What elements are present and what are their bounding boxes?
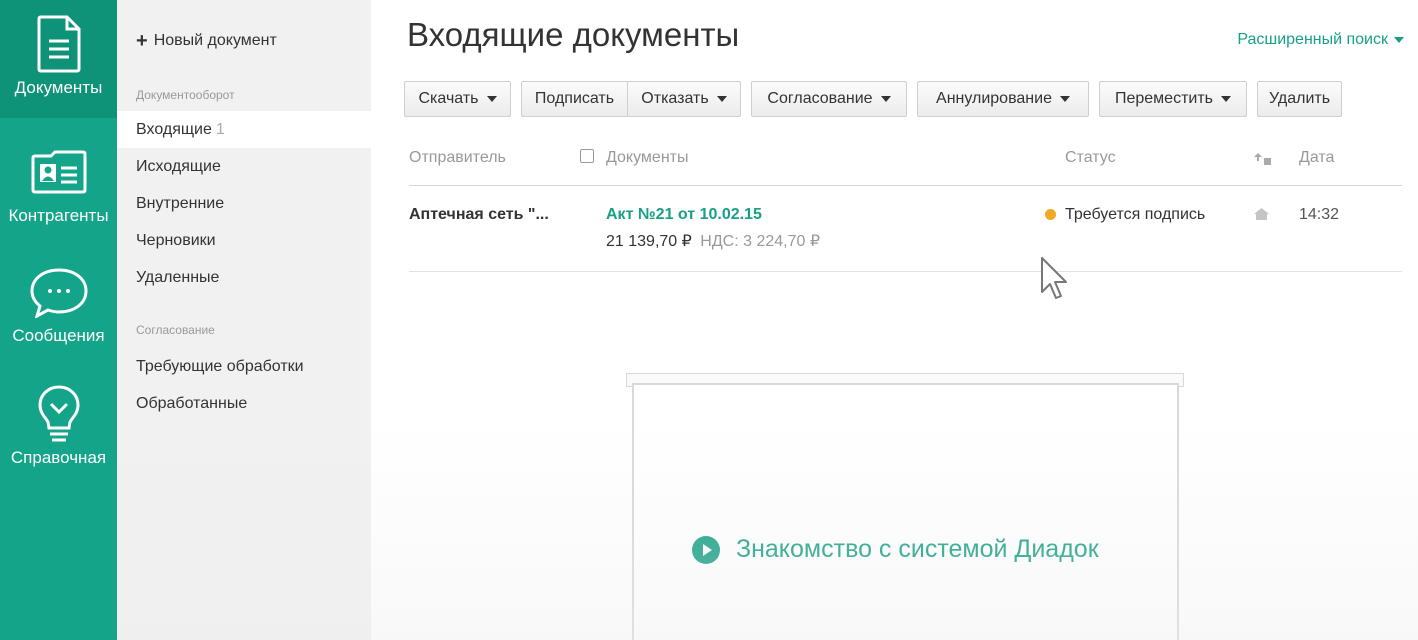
reject-label: Отказать xyxy=(641,90,709,107)
chevron-down-icon xyxy=(716,96,727,102)
row-amount: 21 139,70 ₽ НДС: 3 224,70 ₽ xyxy=(606,231,820,251)
sidebar-item-label: Черновики xyxy=(136,232,216,249)
sidebar-item-label: Удаленные xyxy=(136,269,220,286)
column-header-sender[interactable]: Отправитель xyxy=(409,149,506,167)
rail-item-messages[interactable]: Сообщения xyxy=(0,248,117,366)
sidebar-item-outgoing[interactable]: Исходящие xyxy=(117,148,371,185)
rail-item-help[interactable]: Справочная xyxy=(0,370,117,488)
sort-icon[interactable] xyxy=(1254,152,1272,166)
vat-value: НДС: 3 224,70 ₽ xyxy=(700,233,821,250)
sidebar-item-processed[interactable]: Обработанные xyxy=(117,385,371,422)
mouse-cursor-icon xyxy=(1041,257,1067,299)
rail-item-documents[interactable]: Документы xyxy=(0,0,117,118)
main-content: Входящие документы Расширенный поиск Ска… xyxy=(371,0,1418,640)
section-title-docflow: Документооборот xyxy=(136,88,235,102)
new-document-label: Новый документ xyxy=(153,32,277,49)
approval-label: Согласование xyxy=(767,90,873,107)
row-document-link[interactable]: Акт №21 от 10.02.15 xyxy=(606,206,762,224)
lightbulb-icon xyxy=(37,385,80,442)
approval-button[interactable]: Согласование xyxy=(751,81,907,117)
amount-value: 21 139,70 ₽ xyxy=(606,233,692,250)
contact-card-icon xyxy=(31,150,86,194)
delete-button[interactable]: Удалить xyxy=(1257,81,1342,117)
sidebar-item-internal[interactable]: Внутренние xyxy=(117,185,371,222)
section-title-approval: Согласование xyxy=(136,323,215,337)
advanced-search-label: Расширенный поиск xyxy=(1237,31,1388,48)
status-dot xyxy=(1045,209,1056,220)
chevron-down-icon xyxy=(486,96,497,102)
sign-button[interactable]: Подписать xyxy=(521,81,628,117)
column-header-status[interactable]: Статус xyxy=(1065,149,1116,167)
header-divider xyxy=(409,185,1402,186)
intro-video-panel: Знакомство с системой Диадок xyxy=(632,383,1179,640)
new-document-button[interactable]: + Новый документ xyxy=(136,30,277,52)
sign-label: Подписать xyxy=(534,90,615,107)
column-header-date[interactable]: Дата xyxy=(1299,149,1334,167)
sidebar-item-label: Обработанные xyxy=(136,395,248,412)
delete-label: Удалить xyxy=(1268,90,1331,107)
row-status: Требуется подпись xyxy=(1065,206,1206,223)
intro-video-link[interactable]: Знакомство с системой Диадок xyxy=(692,535,1099,564)
play-icon xyxy=(692,535,720,564)
sidebar-item-pending[interactable]: Требующие обработки xyxy=(117,348,371,385)
chevron-down-icon xyxy=(1394,37,1404,43)
document-icon xyxy=(37,15,80,73)
sidebar-item-label: Входящие xyxy=(136,121,212,138)
rail-item-label: Документы xyxy=(14,78,103,97)
sidebar-item-label: Внутренние xyxy=(136,195,225,212)
rail-item-contractors[interactable]: Контрагенты xyxy=(0,128,117,246)
row-divider xyxy=(409,271,1402,272)
chevron-down-icon xyxy=(1059,96,1070,102)
download-button[interactable]: Скачать xyxy=(404,81,511,117)
row-time: 14:32 xyxy=(1299,206,1340,223)
column-header-documents[interactable]: Документы xyxy=(606,149,688,167)
rail-item-label: Справочная xyxy=(10,448,107,467)
annul-label: Аннулирование xyxy=(936,90,1052,107)
annul-button[interactable]: Аннулирование xyxy=(917,81,1089,117)
select-all-checkbox[interactable] xyxy=(580,149,594,163)
sidebar-item-label: Требующие обработки xyxy=(136,358,304,375)
rail-item-label: Сообщения xyxy=(12,326,105,345)
sidebar-item-drafts[interactable]: Черновики xyxy=(117,222,371,259)
plus-icon: + xyxy=(136,30,148,52)
intro-video-label: Знакомство с системой Диадок xyxy=(736,535,1099,563)
home-icon xyxy=(1254,208,1269,220)
page-title: Входящие документы xyxy=(407,16,740,53)
advanced-search-link[interactable]: Расширенный поиск xyxy=(1237,31,1404,49)
sidebar: + Новый документ Документооборот Входящи… xyxy=(117,0,371,640)
chevron-down-icon xyxy=(880,96,891,102)
move-button[interactable]: Переместить xyxy=(1099,81,1247,117)
download-label: Скачать xyxy=(418,90,479,107)
move-label: Переместить xyxy=(1114,90,1214,107)
rail-item-label: Контрагенты xyxy=(8,206,109,225)
sidebar-item-label: Исходящие xyxy=(136,158,221,175)
chevron-down-icon xyxy=(1221,96,1232,102)
sidebar-item-deleted[interactable]: Удаленные xyxy=(117,259,371,296)
row-sender: Аптечная сеть "... xyxy=(409,206,549,223)
app-rail: Документы Контрагенты Сообщения Справочн… xyxy=(0,0,117,640)
chat-bubble-icon xyxy=(29,268,88,318)
incoming-count: 1 xyxy=(215,121,225,138)
sidebar-item-incoming[interactable]: Входящие 1 xyxy=(117,111,371,148)
reject-button[interactable]: Отказать xyxy=(627,81,741,117)
